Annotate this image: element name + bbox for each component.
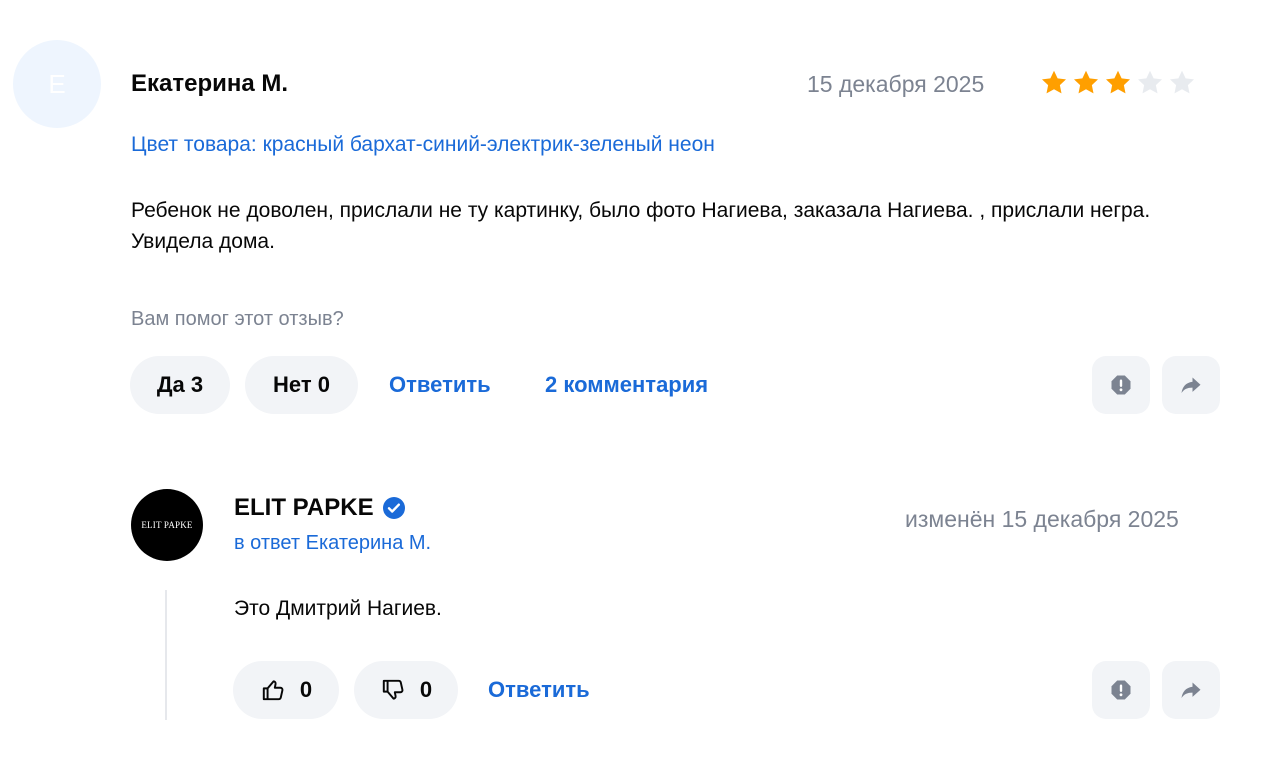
review-author: Екатерина М.: [131, 70, 289, 97]
star-filled-icon: [1106, 70, 1130, 94]
seller-avatar: ELIT PAPKE: [131, 489, 203, 561]
share-button[interactable]: [1162, 356, 1220, 414]
thumbs-down-icon: [382, 679, 404, 700]
seller-reply-button[interactable]: Ответить: [488, 675, 590, 705]
reply-button[interactable]: Ответить: [389, 370, 491, 400]
star-empty-icon: [1170, 70, 1194, 94]
avatar-letter: Е: [48, 68, 66, 99]
dislike-button[interactable]: 0: [354, 661, 458, 719]
rating-stars: [1039, 68, 1197, 98]
review-date: 15 декабря 2025: [807, 71, 985, 97]
helpful-question: Вам помог этот отзыв?: [131, 308, 344, 330]
seller-name: ELIT PAPKE: [234, 494, 374, 521]
like-button[interactable]: 0: [233, 661, 339, 719]
helpful-no-label: Нет 0: [273, 372, 330, 397]
helpful-yes-label: Да 3: [156, 372, 204, 397]
star-empty-icon: [1138, 70, 1162, 94]
star-filled-icon: [1042, 70, 1066, 94]
report-button[interactable]: [1092, 356, 1150, 414]
thumbs-up-icon: [262, 680, 284, 701]
like-count: 0: [299, 677, 313, 702]
in-reply-to-link[interactable]: в ответ Екатерина М.: [234, 529, 431, 557]
verified-check-icon: [382, 497, 405, 519]
product-variant: Цвет товара: красный бархат-синий-электр…: [131, 133, 715, 156]
author-avatar: Е: [13, 40, 101, 128]
comments-link[interactable]: 2 комментария: [545, 370, 708, 400]
thread-line: [165, 590, 167, 720]
helpful-no-button[interactable]: Нет 0: [245, 356, 358, 414]
report-reply-button[interactable]: [1092, 661, 1150, 719]
dislike-count: 0: [419, 677, 433, 702]
helpful-yes-button[interactable]: Да 3: [130, 356, 230, 414]
seller-name-row: ELIT PAPKE: [234, 492, 406, 524]
seller-logo-text: ELIT PAPKE: [141, 520, 193, 530]
report-icon: [1111, 680, 1131, 700]
edited-date: изменён 15 декабря 2025: [905, 506, 1179, 532]
review-text: Ребенок не доволен, прислали не ту карти…: [131, 199, 1151, 253]
share-icon: [1181, 682, 1201, 698]
share-reply-button[interactable]: [1162, 661, 1220, 719]
report-icon: [1111, 375, 1131, 395]
reply-text: Это Дмитрий Нагиев.: [234, 597, 442, 620]
share-icon: [1181, 377, 1201, 393]
star-filled-icon: [1074, 70, 1098, 94]
